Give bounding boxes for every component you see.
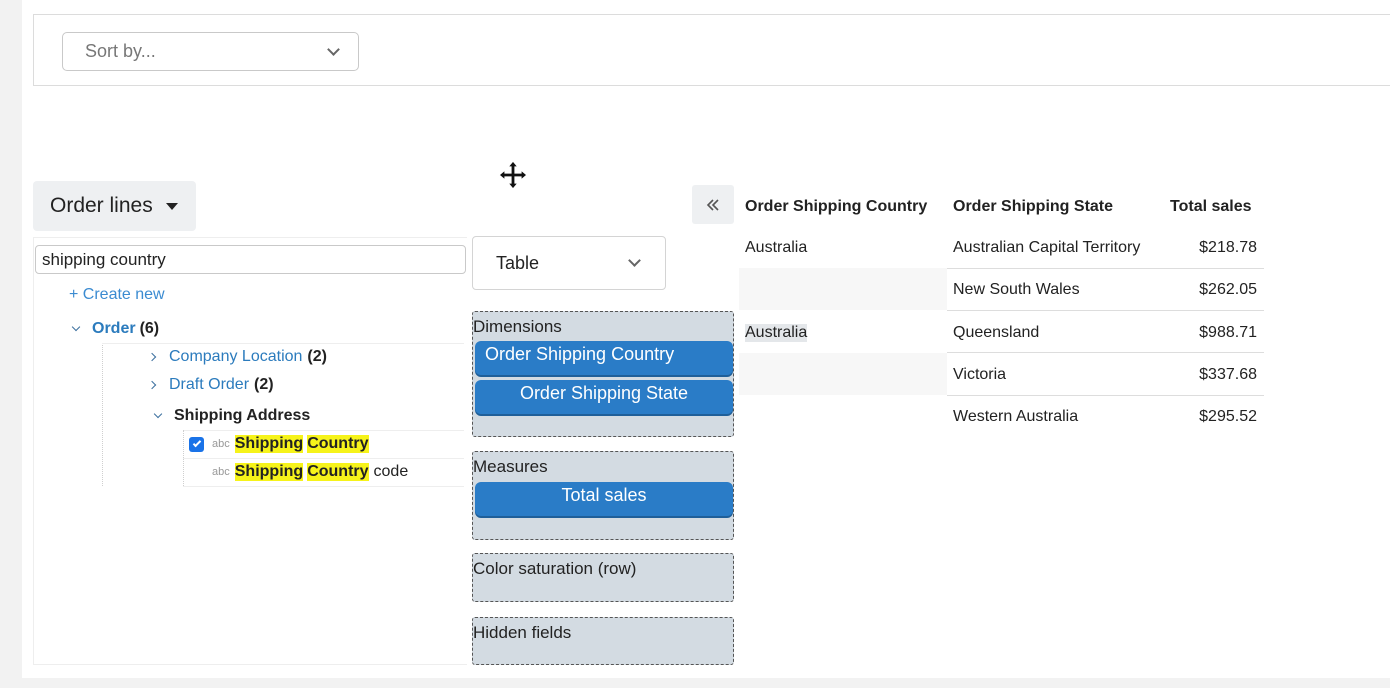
hidden-fields-zone-title: Hidden fields (473, 623, 572, 642)
tree-item-order[interactable]: Order (6) (71, 320, 160, 338)
table-header-country[interactable]: Order Shipping Country (745, 198, 927, 216)
sort-panel: Sort by... (33, 14, 1390, 86)
collapse-panel-button[interactable] (692, 185, 734, 224)
tree-item-order-count: (6) (139, 320, 160, 337)
table-row-stripe (739, 268, 947, 310)
measures-drop-zone[interactable]: Measures Total sales (472, 451, 734, 540)
dimension-pill-order-shipping-country[interactable]: Order Shipping Country (475, 341, 733, 375)
chevron-down-icon (71, 322, 81, 332)
table-cell-state: New South Wales (953, 281, 1080, 298)
measures-zone-title: Measures (473, 457, 548, 476)
tree-item-company-location[interactable]: Company Location (2) (147, 348, 327, 366)
tree-row-divider (183, 430, 464, 431)
tree-item-shipping-address[interactable]: Shipping Address (153, 407, 311, 425)
hidden-fields-drop-zone[interactable]: Hidden fields (472, 617, 734, 665)
tree-row-divider (183, 458, 464, 459)
table-row-divider (947, 395, 1264, 396)
measure-pill-total-sales[interactable]: Total sales (475, 482, 733, 516)
chevron-right-icon (147, 380, 157, 390)
create-new-link[interactable]: + Create new (69, 286, 165, 304)
color-saturation-drop-zone[interactable]: Color saturation (row) (472, 553, 734, 602)
table-cell-total-sales: $218.78 (1199, 239, 1257, 256)
table-cell-country: Australia (745, 239, 808, 256)
chevron-right-icon (147, 352, 157, 362)
tree-item-shipping-address-label: Shipping Address (174, 407, 311, 424)
table-cell-total-sales: $262.05 (1199, 281, 1257, 298)
table-cell-state: Victoria (953, 366, 1007, 383)
double-chevron-left-icon (706, 198, 719, 211)
chevron-down-icon (628, 254, 641, 267)
sort-by-placeholder: Sort by... (85, 41, 156, 61)
text-type-icon: abc (212, 466, 230, 478)
field-checkbox[interactable] (189, 436, 204, 452)
table-row-divider (947, 268, 1264, 269)
field-search-input[interactable] (35, 245, 466, 274)
table-row-divider (947, 352, 1264, 353)
visualization-type-value: Table (496, 252, 540, 273)
text-type-icon: abc (212, 438, 230, 450)
caret-down-icon (165, 202, 178, 210)
tree-item-draft-order-label: Draft Order (169, 376, 250, 393)
tree-row-divider (183, 486, 464, 487)
visualization-type-select[interactable]: Table (472, 236, 666, 290)
tree-item-company-location-count: (2) (307, 348, 327, 365)
table-cell-state: Australian Capital Territory (953, 239, 1141, 256)
field-shipping-country[interactable]: abc Shipping Country (189, 435, 369, 453)
field-label-highlight: Shipping (234, 463, 304, 481)
table-cell-total-sales: $295.52 (1199, 408, 1257, 425)
table-cell-total-sales: $988.71 (1199, 324, 1257, 341)
tree-guide-line (102, 343, 103, 486)
left-rail (0, 0, 22, 688)
field-label-suffix: code (373, 463, 409, 480)
field-label-highlight: Country (307, 435, 369, 453)
bottom-rail (22, 678, 1390, 688)
table-cell-state: Queensland (953, 324, 1040, 341)
field-label-highlight: Country (307, 463, 369, 481)
table-header-state[interactable]: Order Shipping State (953, 198, 1113, 216)
table-cell-total-sales: $337.68 (1199, 366, 1257, 383)
table-cell-state: Western Australia (953, 408, 1079, 425)
dimensions-drop-zone[interactable]: Dimensions Order Shipping Country Order … (472, 311, 734, 437)
dimension-pill-order-shipping-state[interactable]: Order Shipping State (475, 380, 733, 414)
table-header-total-sales[interactable]: Total sales (1170, 198, 1252, 216)
tree-row-divider (102, 343, 464, 344)
tree-item-draft-order[interactable]: Draft Order (2) (147, 376, 274, 394)
field-shipping-country-code[interactable]: abc Shipping Country code (212, 463, 408, 481)
model-selector-label: Order lines (50, 194, 153, 217)
table-row-stripe (739, 353, 947, 395)
move-cursor-icon (498, 160, 528, 190)
tree-item-order-label: Order (92, 320, 136, 337)
dimensions-zone-title: Dimensions (473, 317, 562, 336)
field-label-highlight: Shipping (234, 435, 304, 453)
table-row-divider (947, 310, 1264, 311)
sort-by-select[interactable]: Sort by... (62, 32, 359, 71)
chevron-down-icon (153, 409, 163, 419)
table-cell-country: Australia (745, 324, 808, 342)
color-saturation-zone-title: Color saturation (row) (473, 559, 637, 578)
model-selector-button[interactable]: Order lines (33, 181, 196, 231)
chevron-down-icon (327, 42, 340, 56)
tree-item-company-location-label: Company Location (169, 348, 303, 365)
tree-item-draft-order-count: (2) (254, 376, 274, 393)
